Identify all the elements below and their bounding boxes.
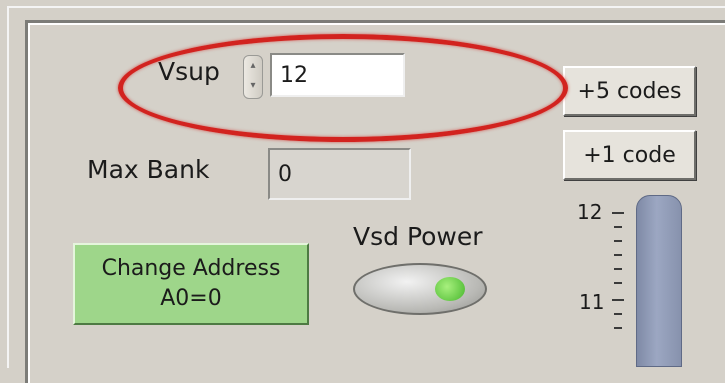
slider-scale-label-11: 11 [579, 290, 605, 314]
slider-tick [614, 254, 622, 256]
plus-1-code-button[interactable]: +1 code [563, 130, 696, 180]
vsup-input[interactable]: 12 [270, 53, 405, 97]
vsd-power-label: Vsd Power [353, 222, 483, 251]
vsup-slider[interactable] [636, 195, 682, 367]
vsup-increment-decrement-icon[interactable]: ▴ ▾ [243, 55, 263, 99]
change-address-button[interactable]: Change Address A0=0 [73, 243, 309, 325]
slider-scale-label-12: 12 [577, 200, 603, 224]
address-value: A0=0 [160, 286, 222, 311]
slider-tick [614, 240, 622, 242]
plus-5-codes-button[interactable]: +5 codes [563, 66, 696, 116]
slider-tick [614, 313, 622, 315]
max-bank-label: Max Bank [87, 155, 210, 184]
max-bank-value: 0 [278, 161, 292, 187]
slider-tick [614, 282, 622, 284]
slider-tick [614, 327, 622, 329]
slider-tick [612, 299, 624, 301]
slider-tick [614, 268, 622, 270]
change-address-label: Change Address [101, 256, 281, 281]
vsup-label: Vsup [158, 57, 220, 86]
max-bank-field: 0 [268, 148, 411, 200]
slider-tick [612, 212, 624, 214]
slider-tick [614, 226, 622, 228]
power-led-icon [435, 277, 465, 301]
vsup-value: 12 [280, 62, 308, 88]
vsd-power-toggle[interactable] [353, 263, 487, 315]
